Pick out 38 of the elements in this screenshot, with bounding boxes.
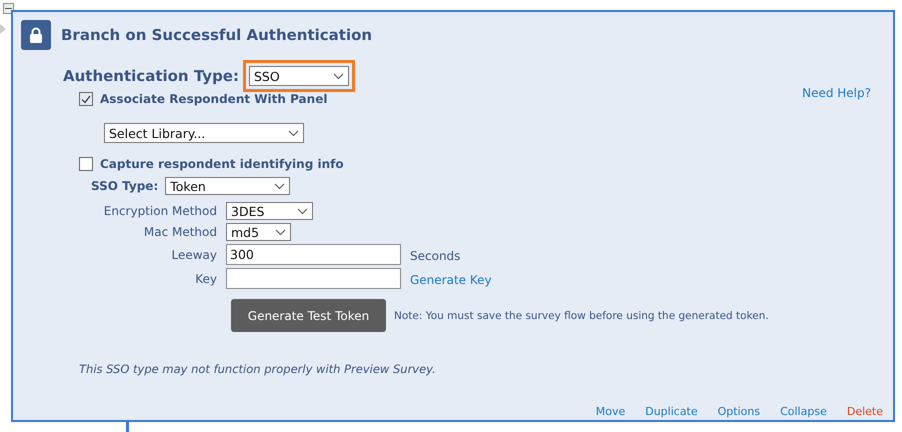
- chevron-icon: [332, 72, 344, 80]
- checkbox[interactable]: [79, 92, 93, 106]
- library-select[interactable]: Select Library...: [104, 123, 304, 143]
- chevron-icon: [288, 130, 299, 136]
- block-title: Branch on Successful Authentication: [61, 26, 372, 44]
- generate-token-button[interactable]: Generate Test Token: [231, 299, 386, 332]
- action-link[interactable]: Duplicate: [645, 405, 698, 418]
- sso-type-select[interactable]: Token: [165, 177, 290, 195]
- method-select[interactable]: md5: [226, 223, 291, 241]
- lock-icon: [21, 20, 51, 50]
- minus-icon: [5, 8, 12, 9]
- field-label: Authentication Type:: [63, 67, 239, 85]
- method-select[interactable]: 3DES: [226, 202, 313, 220]
- field-label: SSO Type:: [91, 179, 158, 193]
- note-text: Note: You must save the survey flow before using the generated token.: [394, 310, 769, 322]
- action-link[interactable]: Delete: [846, 405, 883, 418]
- warning-text: This SSO type may not function properly with Preview Survey.: [79, 362, 437, 376]
- field-label: Key: [194, 272, 217, 286]
- checkbox-label: Associate Respondent With Panel: [100, 92, 328, 106]
- help-link[interactable]: Need Help?: [802, 86, 871, 100]
- text-field[interactable]: 300: [226, 244, 401, 265]
- triangle-icon: [0, 24, 6, 34]
- action-link[interactable]: Move: [596, 405, 626, 418]
- field-label: Encryption Method: [102, 204, 217, 218]
- auth-type-select[interactable]: SSO: [248, 66, 349, 86]
- text-field[interactable]: [226, 268, 401, 289]
- chevron-icon: [275, 228, 286, 236]
- checkbox[interactable]: [79, 157, 93, 171]
- unit-label: Seconds: [410, 249, 460, 263]
- field-label: Leeway: [170, 248, 217, 262]
- collapse-toggle[interactable]: [3, 3, 14, 14]
- action-link[interactable]: Collapse: [780, 405, 827, 418]
- chevron-icon: [274, 182, 286, 190]
- generate-key-link[interactable]: Generate Key: [410, 273, 492, 287]
- field-label: Mac Method: [142, 225, 217, 239]
- chevron-icon: [297, 208, 308, 214]
- checkbox-label: Capture respondent identifying info: [100, 157, 344, 171]
- action-link[interactable]: Options: [718, 405, 760, 418]
